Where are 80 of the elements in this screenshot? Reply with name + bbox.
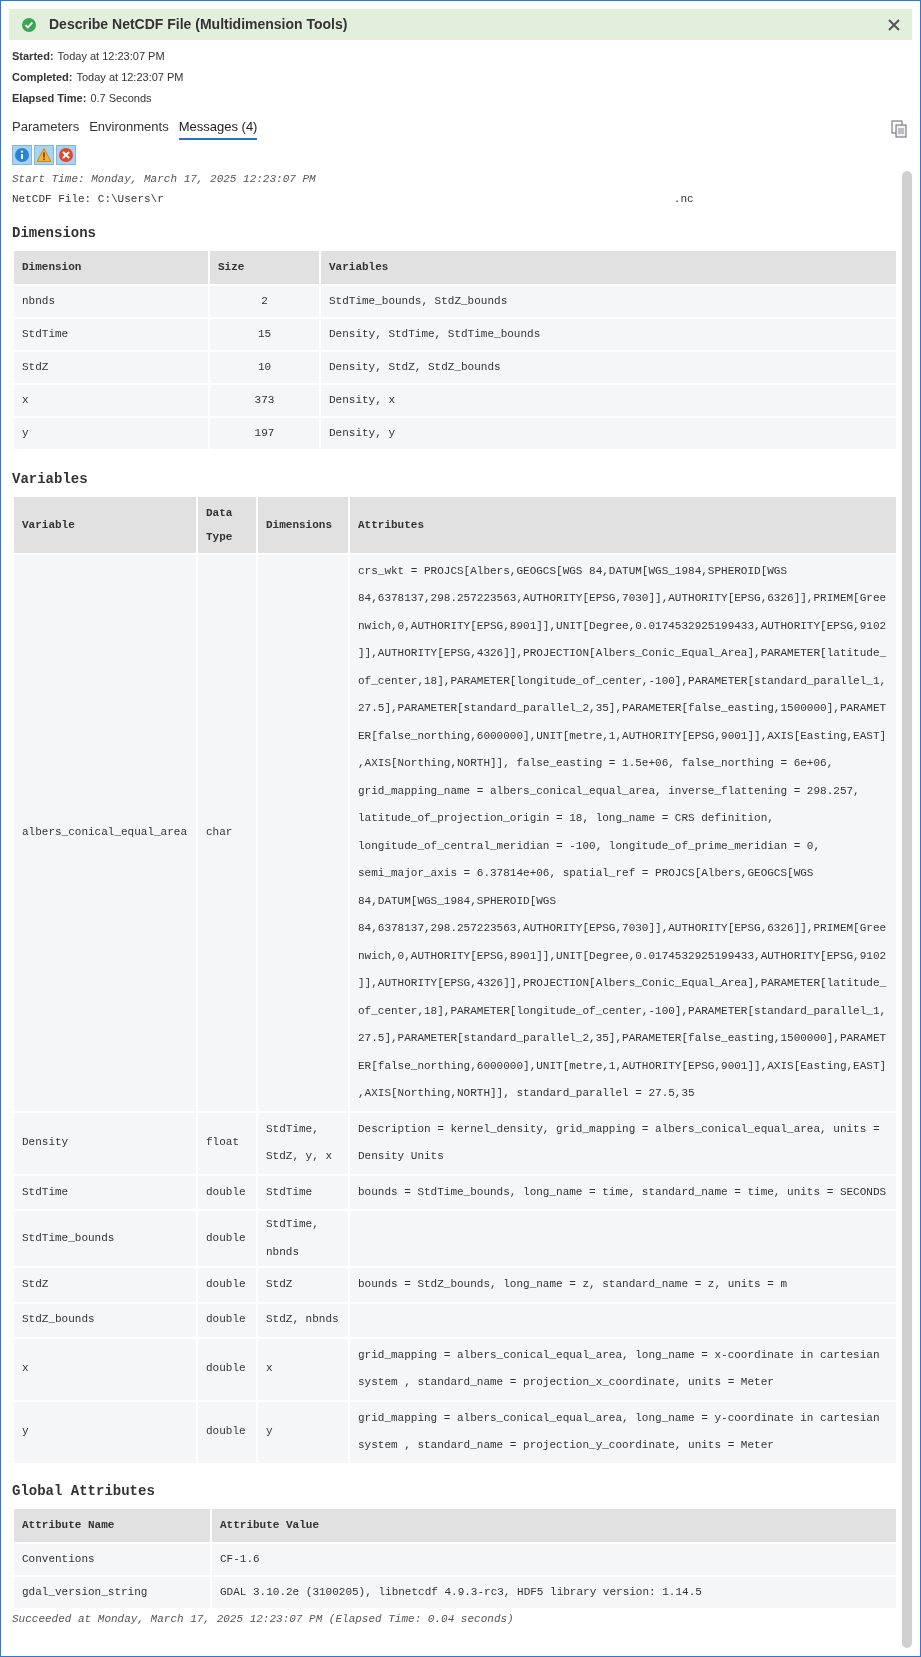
table-cell: bounds = StdTime_bounds, long_name = time, standard_name = time, units = SECONDS xyxy=(350,1175,896,1209)
tab[interactable]: Environments xyxy=(89,117,169,140)
table-cell: grid_mapping = albers_conical_equal_area, long_name = y-coordinate in cartesian system , standard_name = projection_y_coordinate, units = Meter xyxy=(350,1401,896,1463)
table-cell: gdal_version_string xyxy=(14,1576,210,1608)
table-cell: nbnds xyxy=(14,285,208,317)
table-cell: Description = kernel_density, grid_mapping = albers_conical_equal_area, units = Density Units xyxy=(350,1112,896,1174)
column-header: Size xyxy=(210,250,319,284)
table-cell: StdTime xyxy=(14,1175,196,1209)
table-cell: StdTime, StdZ, y, x xyxy=(258,1112,348,1174)
column-header: Data Type xyxy=(198,496,256,553)
table-cell: StdZ xyxy=(258,1268,348,1302)
table-cell: 15 xyxy=(210,318,319,350)
summary-label: Started: xyxy=(12,49,54,65)
warning-filter-button[interactable] xyxy=(34,144,54,165)
table-cell: StdTime, nbnds xyxy=(258,1211,348,1266)
column-header: Attribute Name xyxy=(14,1508,210,1542)
table-cell: 373 xyxy=(210,384,319,416)
file-extension: .nc xyxy=(673,191,694,207)
copy-icon[interactable] xyxy=(891,119,907,138)
table-cell: double xyxy=(198,1401,256,1463)
table-cell: y xyxy=(14,1401,196,1463)
table-cell: Density, StdTime, StdTime_bounds xyxy=(321,318,896,350)
table-cell: Density, StdZ, StdZ_bounds xyxy=(321,351,896,383)
table-cell: char xyxy=(198,554,256,1111)
table-cell: StdZ xyxy=(14,1268,196,1302)
column-header: Variables xyxy=(321,250,896,284)
table-cell: y xyxy=(258,1401,348,1463)
table-cell: GDAL 3.10.2e (3100205), libnetcdf 4.9.3-rc3, HDF5 library version: 1.14.5 xyxy=(212,1576,896,1608)
info-filter-button[interactable] xyxy=(12,144,32,165)
table-cell: bounds = StdZ_bounds, long_name = z, standard_name = z, units = m xyxy=(350,1268,896,1302)
tool-title: Describe NetCDF File (Multidimension Tools) xyxy=(49,15,349,34)
table-cell: x xyxy=(14,1338,196,1400)
column-header: Attributes xyxy=(350,496,896,553)
table-cell: x xyxy=(14,384,208,416)
table-cell: 197 xyxy=(210,417,319,449)
table-cell: float xyxy=(198,1112,256,1174)
table-cell: Density xyxy=(14,1112,196,1174)
table-cell: Density, x xyxy=(321,384,896,416)
error-filter-button[interactable] xyxy=(56,144,76,165)
table-cell: StdZ, nbnds xyxy=(258,1303,348,1337)
table-cell: albers_conical_equal_area xyxy=(14,554,196,1111)
table-cell: StdTime xyxy=(14,318,208,350)
table-cell: double xyxy=(198,1268,256,1302)
table-cell: 10 xyxy=(210,351,319,383)
table-cell: x xyxy=(258,1338,348,1400)
column-header: Variable xyxy=(14,496,196,553)
table-cell: StdTime_bounds xyxy=(14,1211,196,1266)
file-path-message: NetCDF File: C:\Users\r xyxy=(12,191,164,207)
table-cell: double xyxy=(198,1175,256,1209)
table-cell: y xyxy=(14,417,208,449)
table-cell: double xyxy=(198,1303,256,1337)
tab[interactable]: Messages (4) xyxy=(178,117,258,140)
table-cell: crs_wkt = PROJCS[Albers,GEOGCS[WGS 84,DATUM[WGS_1984,SPHEROID[WGS 84,6378137,298.257223563,AUTHORITY[EPSG,7030]],AUTHORITY[EPSG,6326]],PRIMEM[Greenwich,0,AUTHORITY[EPSG,8901]],UNIT[Degree,0.0174532925199433,AUTHORITY[EPSG,9102]],AUTHORITY[EPSG,4326]],PROJECTION[Albers_Conic_Equal_Area],PARAMETER[latitude_of_center,18],PARAMETER[longitude_of_center,-100],PARAMETER[standard_parallel_1,27.5],PARAMETER[standard_parallel_2,35],PARAMETER[false_easting,1500000],PARAMETER[false_northing,6000000],UNIT[metre,1,AUTHORITY[EPSG,9001]],AXIS[Easting,EAST],AXIS[Northing,NORTH]], false_easting = 1.5e+06, false_northing = 6e+06, grid_mapping_name = albers_conical_equal_area, inverse_flattening = 298.257, latitude_of_projection_origin = 18, long_name = CRS definition, longitude_of_central_meridian = -100, longitude_of_prime_meridian = 0, semi_major_axis = 6.37814e+06, spatial_ref = PROJCS[Albers,GEOGCS[WGS 84,DATUM[WGS_1984,SPHEROID[WGS 84,6378137,298.257223563,AUTHORITY[EPSG,7030]],AUTHORITY[EPSG,6326]],PRIMEM[Greenwich,0,AUTHORITY[EPSG,8901]],UNIT[Degree,0.0174532925199433,AUTHORITY[EPSG,9102]],AUTHORITY[EPSG,4326]],PROJECTION[Albers_Conic_Equal_Area],PARAMETER[latitude_of_center,18],PARAMETER[longitude_of_center,-100],PARAMETER[standard_parallel_1,27.5],PARAMETER[standard_parallel_2,35],PARAMETER[false_easting,1500000],PARAMETER[false_northing,6000000],UNIT[metre,1,AUTHORITY[EPSG,9001]],AXIS[Easting,EAST],AXIS[Northing,NORTH]], standard_parallel = 27.5,35 xyxy=(350,554,896,1111)
table-cell: double xyxy=(198,1211,256,1266)
summary-label: Completed: xyxy=(12,70,73,86)
table-cell: StdZ_bounds xyxy=(14,1303,196,1337)
close-icon[interactable] xyxy=(888,18,900,31)
table-cell: StdTime_bounds, StdZ_bounds xyxy=(321,285,896,317)
column-header: Dimension xyxy=(14,250,208,284)
table-cell: Conventions xyxy=(14,1543,210,1575)
summary-value: Today at 12:23:07 PM xyxy=(76,70,184,86)
section-heading: Variables xyxy=(12,469,89,489)
start-time-message: Start Time: Monday, March 17, 2025 12:23:07 PM xyxy=(12,171,317,187)
table-cell: grid_mapping = albers_conical_equal_area, long_name = x-coordinate in cartesian system , standard_name = projection_x_coordinate, units = Meter xyxy=(350,1338,896,1400)
summary-value: 0.7 Seconds xyxy=(90,91,152,107)
succeeded-message: Succeeded at Monday, March 17, 2025 12:23:07 PM (Elapsed Time: 0.04 seconds) xyxy=(12,1611,515,1627)
table-cell: CF-1.6 xyxy=(212,1543,896,1575)
tab[interactable]: Parameters xyxy=(12,117,80,140)
summary-value: Today at 12:23:07 PM xyxy=(57,49,165,65)
table-cell: StdZ xyxy=(14,351,208,383)
table-cell: Density, y xyxy=(321,417,896,449)
column-header: Dimensions xyxy=(258,496,348,553)
section-heading: Dimensions xyxy=(12,223,97,243)
table-cell: StdTime xyxy=(258,1175,348,1209)
table-cell: double xyxy=(198,1338,256,1400)
column-header: Attribute Value xyxy=(212,1508,896,1542)
section-heading: Global Attributes xyxy=(12,1481,156,1501)
scrollbar[interactable] xyxy=(902,170,912,1648)
summary-label: Elapsed Time: xyxy=(12,91,87,107)
table-cell: 2 xyxy=(210,285,319,317)
